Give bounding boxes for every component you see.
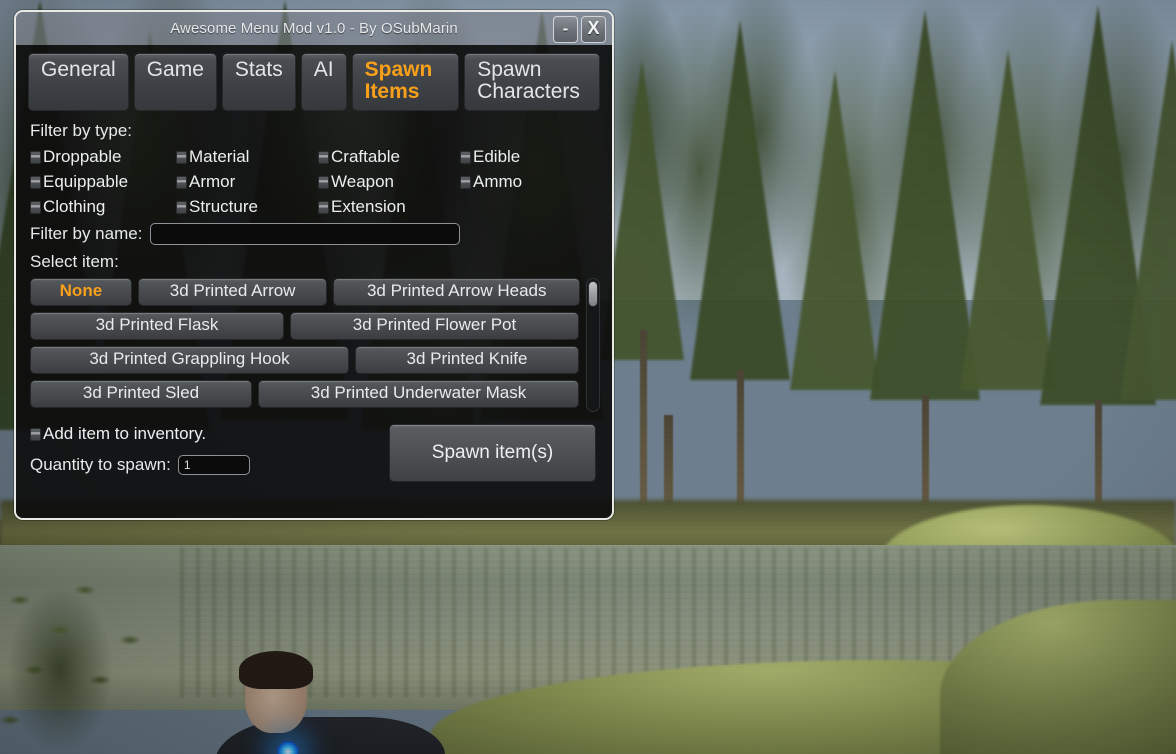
item-list: None 3d Printed Arrow 3d Printed Arrow H…: [28, 278, 600, 413]
filter-label: Extension: [331, 197, 406, 217]
tab-ai[interactable]: AI: [300, 53, 347, 112]
tab-general[interactable]: General: [28, 53, 129, 112]
filter-by-type-label: Filter by type:: [30, 121, 133, 141]
player-character: [215, 651, 445, 754]
item-list-scrollarea: None 3d Printed Arrow 3d Printed Arrow H…: [28, 278, 583, 412]
filter-label: Equippable: [43, 172, 129, 192]
filter-grid-spacer: [460, 197, 600, 217]
filter-label: Clothing: [43, 197, 106, 217]
tree: [1120, 40, 1176, 400]
checkbox-icon[interactable]: [318, 200, 329, 214]
item-button-3d-printed-flower-pot[interactable]: 3d Printed Flower Pot: [290, 312, 579, 341]
filter-checkbox-equippable[interactable]: Equippable: [30, 172, 176, 192]
filter-label: Material: [189, 147, 250, 167]
filter-label: Droppable: [43, 147, 122, 167]
item-list-scrollbar[interactable]: [586, 278, 600, 413]
minimize-button[interactable]: -: [553, 16, 578, 43]
checkbox-icon[interactable]: [460, 150, 471, 164]
filter-by-type-grid: Droppable Material Craftable Edible Equi…: [30, 147, 600, 217]
tree: [690, 20, 790, 380]
checkbox-icon[interactable]: [318, 175, 329, 189]
filter-checkbox-clothing[interactable]: Clothing: [30, 197, 176, 217]
item-button-3d-printed-sled[interactable]: 3d Printed Sled: [30, 380, 252, 409]
checkbox-icon[interactable]: [30, 150, 41, 164]
add-to-inventory-row[interactable]: Add item to inventory.: [30, 424, 250, 444]
window-controls: - X: [553, 16, 606, 43]
checkbox-icon[interactable]: [176, 175, 187, 189]
window-title: Awesome Menu Mod v1.0 - By OSubMarin: [170, 20, 458, 37]
add-to-inventory-label: Add item to inventory.: [43, 424, 207, 444]
player-hair: [239, 651, 313, 689]
filter-by-name-label: Filter by name:: [30, 224, 143, 244]
spawn-items-button[interactable]: Spawn item(s): [389, 424, 596, 483]
bottom-controls: Add item to inventory. Quantity to spawn…: [28, 424, 600, 483]
mod-window: Awesome Menu Mod v1.0 - By OSubMarin - X…: [14, 10, 614, 520]
checkbox-icon[interactable]: [176, 200, 187, 214]
item-button-3d-printed-grappling-hook[interactable]: 3d Printed Grappling Hook: [30, 346, 349, 375]
filter-label: Armor: [189, 172, 236, 192]
checkbox-icon[interactable]: [176, 150, 187, 164]
item-button-3d-printed-underwater-mask[interactable]: 3d Printed Underwater Mask: [258, 380, 579, 409]
tab-spawn-items[interactable]: Spawn Items: [351, 53, 460, 112]
bottom-left-controls: Add item to inventory. Quantity to spawn…: [28, 424, 250, 476]
player-body: [215, 717, 445, 754]
tree: [790, 70, 880, 390]
scrollbar-thumb[interactable]: [588, 281, 598, 308]
filter-checkbox-ammo[interactable]: Ammo: [460, 172, 600, 192]
filter-checkbox-craftable[interactable]: Craftable: [318, 147, 460, 167]
item-button-3d-printed-arrow-heads[interactable]: 3d Printed Arrow Heads: [333, 278, 580, 307]
filter-checkbox-extension[interactable]: Extension: [318, 197, 460, 217]
filter-by-name-row: Filter by name:: [30, 223, 600, 246]
checkbox-icon[interactable]: [460, 175, 471, 189]
item-button-3d-printed-knife[interactable]: 3d Printed Knife: [355, 346, 579, 375]
filter-checkbox-armor[interactable]: Armor: [176, 172, 318, 192]
filter-label: Ammo: [473, 172, 523, 192]
tab-game[interactable]: Game: [133, 53, 217, 112]
quantity-input[interactable]: [177, 455, 250, 476]
checkbox-icon[interactable]: [318, 150, 329, 164]
filter-checkbox-droppable[interactable]: Droppable: [30, 147, 176, 167]
checkbox-icon[interactable]: [30, 175, 41, 189]
item-list-row: 3d Printed Grappling Hook 3d Printed Kni…: [30, 346, 580, 375]
filter-checkbox-structure[interactable]: Structure: [176, 197, 318, 217]
filter-checkbox-edible[interactable]: Edible: [460, 147, 600, 167]
window-body: General Game Stats AI Spawn Items Spawn …: [16, 45, 612, 518]
game-screen: Awesome Menu Mod v1.0 - By OSubMarin - X…: [0, 0, 1176, 754]
tab-spawn-characters[interactable]: Spawn Characters: [464, 53, 600, 112]
filter-by-name-input[interactable]: [150, 223, 461, 246]
filter-checkbox-weapon[interactable]: Weapon: [318, 172, 460, 192]
checkbox-icon[interactable]: [30, 427, 41, 441]
item-list-row: None 3d Printed Arrow 3d Printed Arrow H…: [30, 278, 580, 307]
item-list-row: 3d Printed Flask 3d Printed Flower Pot: [30, 312, 580, 341]
filter-checkbox-material[interactable]: Material: [176, 147, 318, 167]
filter-label: Craftable: [331, 147, 400, 167]
checkbox-icon[interactable]: [30, 200, 41, 214]
item-button-3d-printed-flask[interactable]: 3d Printed Flask: [30, 312, 284, 341]
filter-label: Edible: [473, 147, 521, 167]
item-list-row: 3d Printed Sled 3d Printed Underwater Ma…: [30, 380, 580, 409]
window-titlebar[interactable]: Awesome Menu Mod v1.0 - By OSubMarin - X: [16, 12, 612, 45]
quantity-row: Quantity to spawn:: [30, 455, 250, 476]
item-button-none[interactable]: None: [30, 278, 132, 307]
filter-label: Weapon: [331, 172, 395, 192]
tab-stats[interactable]: Stats: [221, 53, 296, 112]
tab-bar: General Game Stats AI Spawn Items Spawn …: [28, 53, 600, 112]
item-button-3d-printed-arrow[interactable]: 3d Printed Arrow: [137, 278, 328, 307]
close-button[interactable]: X: [581, 16, 606, 43]
quantity-label: Quantity to spawn:: [30, 455, 171, 475]
filter-label: Structure: [189, 197, 258, 217]
select-item-label: Select item:: [30, 252, 119, 272]
